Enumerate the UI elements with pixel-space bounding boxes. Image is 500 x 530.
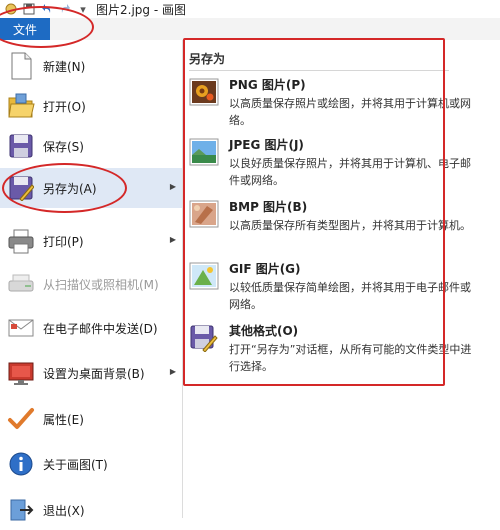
menu-item-label: 新建(N) <box>43 59 86 74</box>
menu-item-desktop-background[interactable]: 设置为桌面背景(B) ▶ <box>0 353 182 393</box>
info-icon <box>5 448 37 480</box>
open-folder-icon <box>5 90 37 122</box>
submenu-arrow-icon: ▶ <box>169 235 176 244</box>
scanner-icon <box>5 268 37 300</box>
submenu-arrow-icon: ▶ <box>169 182 176 191</box>
exit-icon <box>5 494 37 526</box>
menu-item-label: 在电子邮件中发送(D) <box>43 321 158 336</box>
menu-item-label: 设置为桌面背景(B) <box>43 366 145 381</box>
menu-item-print[interactable]: 打印(P) ▶ <box>0 221 182 261</box>
menu-item-label: 打印(P) <box>43 234 84 249</box>
menu-item-label: 从扫描仪或照相机(M) <box>43 277 159 292</box>
menu-item-email[interactable]: 在电子邮件中发送(D) <box>0 308 182 348</box>
menu-item-properties[interactable]: 属性(E) <box>0 399 182 439</box>
save-disk-icon <box>5 130 37 162</box>
menu-item-label: 属性(E) <box>43 412 84 427</box>
desktop-background-icon <box>5 357 37 389</box>
annotation-ellipse-save-as <box>2 163 127 213</box>
printer-icon <box>5 225 37 257</box>
window-title: 图片2.jpg - 画图 <box>96 2 186 17</box>
menu-item-label: 打开(O) <box>43 99 86 114</box>
new-document-icon <box>5 50 37 82</box>
menu-item-save[interactable]: 保存(S) <box>0 126 182 166</box>
submenu-arrow-icon: ▶ <box>169 367 176 376</box>
email-icon <box>5 312 37 344</box>
annotation-rectangle <box>183 38 445 386</box>
menu-item-about[interactable]: 关于画图(T) <box>0 444 182 484</box>
menu-item-label: 退出(X) <box>43 503 85 518</box>
file-menu: 新建(N) 打开(O) 保存(S) 另存为(A) ▶ 打印(P) ▶ 从扫描仪或… <box>0 40 183 521</box>
menu-item-label: 保存(S) <box>43 139 84 154</box>
menu-item-scanner[interactable]: 从扫描仪或照相机(M) <box>0 264 182 304</box>
menu-item-exit[interactable]: 退出(X) <box>0 490 182 530</box>
menu-item-new[interactable]: 新建(N) <box>0 46 182 86</box>
checkmark-icon <box>5 403 37 435</box>
menu-item-label: 关于画图(T) <box>43 457 108 472</box>
menu-item-open[interactable]: 打开(O) <box>0 86 182 126</box>
